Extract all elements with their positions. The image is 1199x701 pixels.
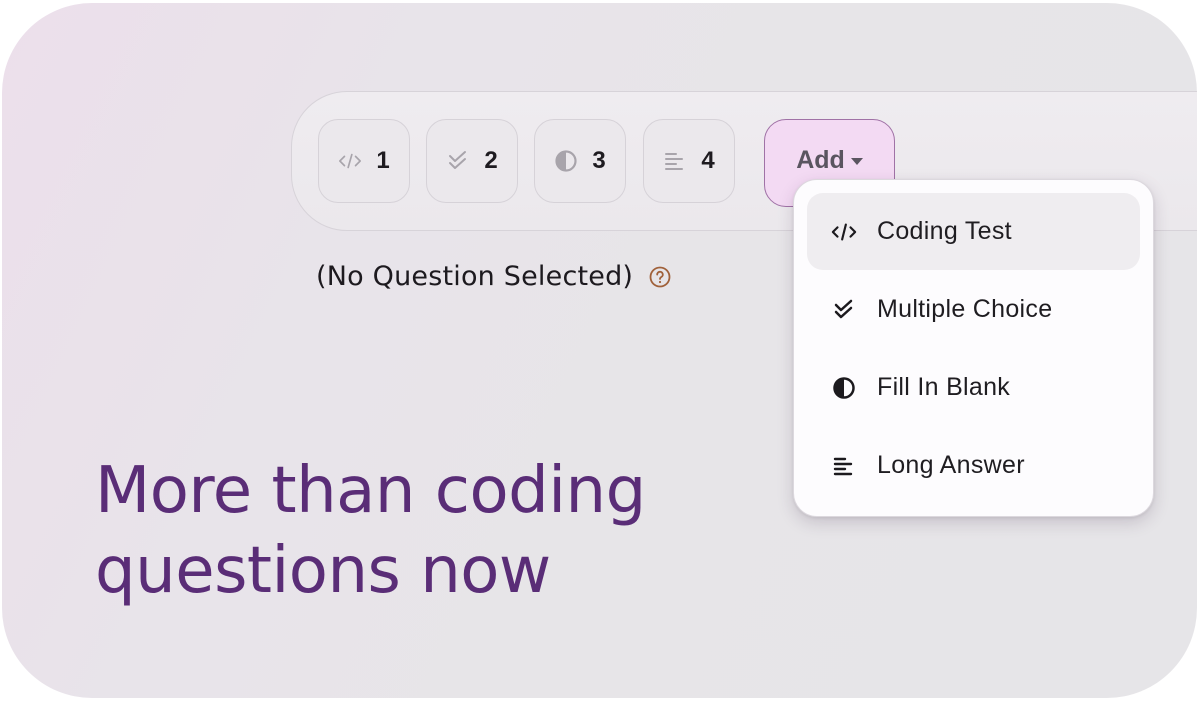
question-button-1[interactable]: 1 [318,119,410,203]
menu-item-label: Fill In Blank [877,373,1011,401]
add-question-menu: Coding Test Multiple Choice Fill In Blan… [793,179,1154,517]
question-circle-icon[interactable] [649,266,671,288]
add-button-label: Add [796,146,845,174]
question-number: 4 [701,147,715,174]
align-left-icon [831,453,857,479]
menu-item-label: Coding Test [877,217,1012,245]
code-icon [338,149,362,173]
menu-item-fill-in-blank[interactable]: Fill In Blank [807,349,1140,426]
menu-item-long-answer[interactable]: Long Answer [807,427,1140,504]
menu-item-label: Multiple Choice [877,295,1053,323]
selection-status: (No Question Selected) [316,261,671,292]
double-check-icon [831,297,857,323]
menu-item-coding-test[interactable]: Coding Test [807,193,1140,270]
headline: More than coding questions now [95,451,646,611]
question-number: 3 [592,147,606,174]
headline-line-2: questions now [95,534,551,608]
code-icon [831,219,857,245]
question-button-3[interactable]: 3 [534,119,626,203]
menu-item-multiple-choice[interactable]: Multiple Choice [807,271,1140,348]
caret-down-icon [850,158,863,165]
menu-item-label: Long Answer [877,451,1025,479]
half-circle-icon [554,149,578,173]
headline-line-1: More than coding [95,454,646,528]
question-number: 2 [484,147,498,174]
question-number: 1 [376,147,390,174]
question-button-2[interactable]: 2 [426,119,518,203]
half-circle-icon [831,375,857,401]
align-left-icon [663,149,687,173]
question-button-4[interactable]: 4 [643,119,735,203]
double-check-icon [446,149,470,173]
status-text: (No Question Selected) [316,261,634,292]
